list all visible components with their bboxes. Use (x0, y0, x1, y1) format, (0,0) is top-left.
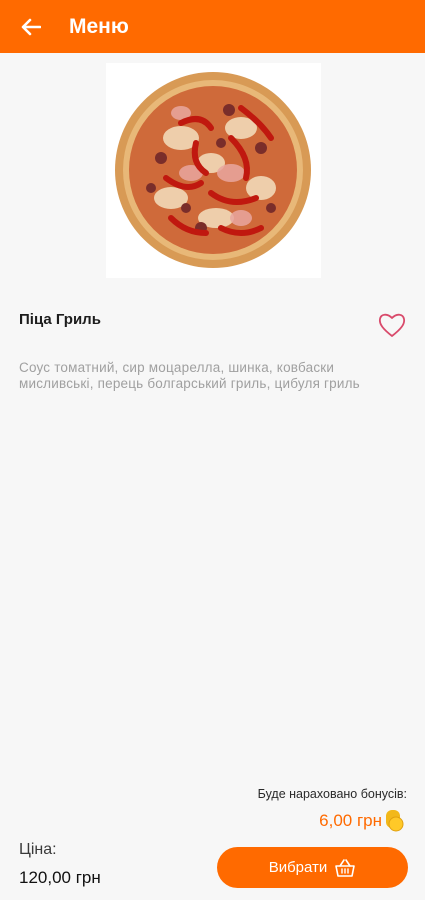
price-value: 120,00 грн (19, 868, 101, 887)
page-title: Меню (69, 15, 129, 38)
product-description: Соус томатний, сир моцарелла, шинка, ков… (19, 360, 360, 391)
back-button[interactable] (18, 14, 44, 40)
bonus-value: 6,00 грн (319, 811, 382, 830)
price-label: Ціна: (19, 841, 57, 858)
favorite-button[interactable] (377, 311, 407, 339)
pizza-image (115, 72, 311, 268)
app-bar: Меню (0, 0, 425, 53)
coins-icon (386, 810, 404, 832)
product-name: Піца Гриль (19, 311, 101, 328)
basket-icon (335, 858, 356, 877)
heart-outline-icon (378, 313, 406, 337)
bonus-label: Буде нараховано бонусів: (257, 787, 407, 801)
choose-button-label: Вибрати (268, 859, 328, 876)
bonus-row: 6,00 грн (319, 808, 407, 834)
choose-button[interactable]: Вибрати (217, 847, 408, 888)
arrow-left-icon (21, 18, 41, 36)
product-image (106, 63, 321, 278)
